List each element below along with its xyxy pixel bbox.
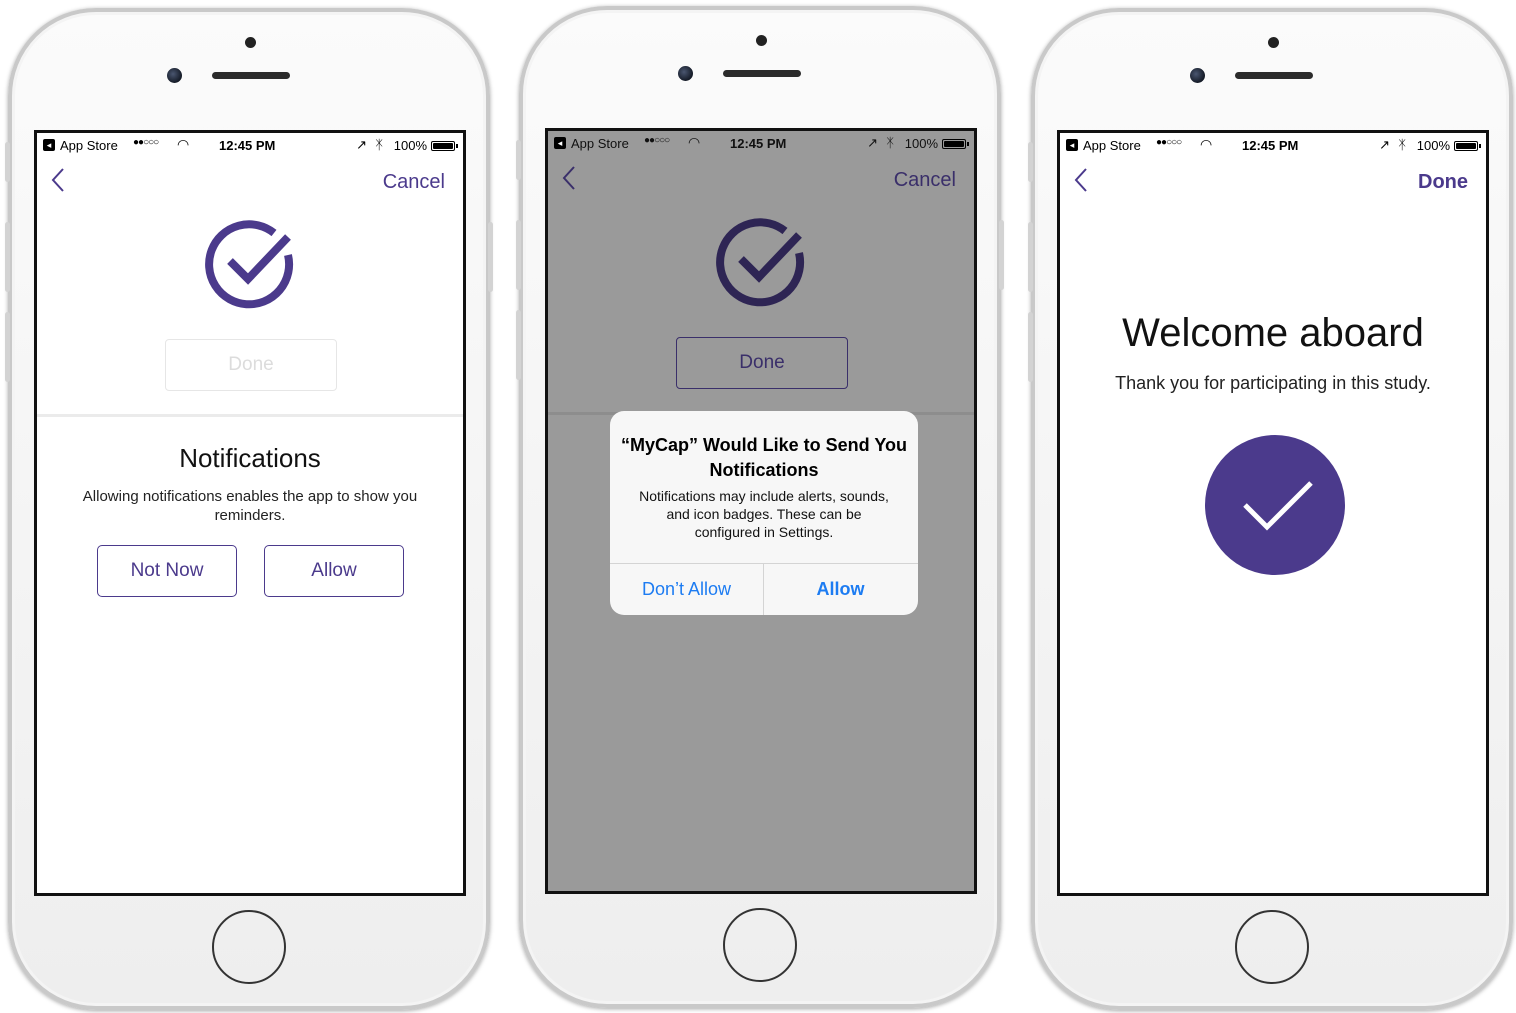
volume-up-button bbox=[1028, 222, 1033, 292]
notifications-title: Notifications bbox=[179, 443, 321, 473]
battery-percent: 100% bbox=[393, 138, 427, 153]
status-time: 12:45 PM bbox=[730, 136, 787, 151]
location-arrow-icon: ↗ bbox=[356, 137, 367, 152]
signal-strength: ●●○○○ bbox=[133, 137, 159, 148]
cancel-button[interactable]: Cancel bbox=[383, 171, 445, 194]
volume-up-button bbox=[516, 220, 521, 290]
screen-notifications: ◂ App Store ●●○○○ ◠ 12:45 PM ↗ ᛡ 100% Ca… bbox=[34, 130, 466, 896]
mute-switch bbox=[1028, 142, 1033, 182]
done-button-disabled: Done bbox=[165, 339, 337, 391]
back-chevron-icon[interactable] bbox=[51, 167, 77, 195]
battery-tip bbox=[456, 144, 458, 148]
proximity-sensor bbox=[1268, 37, 1279, 48]
status-bar: ◂ App Store ●●○○○ ◠ 12:45 PM ↗ ᛡ 100% bbox=[548, 131, 974, 155]
screen-permission-alert: ◂ App Store ●●○○○ ◠ 12:45 PM ↗ ᛡ 100% Ca… bbox=[545, 128, 977, 894]
back-to-app-icon[interactable]: ◂ bbox=[43, 139, 55, 151]
battery-percent: 100% bbox=[904, 136, 938, 151]
front-camera-icon bbox=[167, 68, 182, 83]
check-circle-icon bbox=[205, 220, 294, 309]
status-bar: ◂ App Store ●●○○○ ◠ 12:45 PM ↗ ᛡ 100% bbox=[1060, 133, 1486, 157]
signal-strength: ●●○○○ bbox=[1156, 137, 1182, 148]
status-back-app[interactable]: App Store bbox=[1083, 138, 1141, 153]
power-button bbox=[999, 220, 1004, 290]
allow-button[interactable]: Allow bbox=[264, 545, 404, 597]
cancel-button[interactable]: Cancel bbox=[894, 169, 956, 192]
status-time: 12:45 PM bbox=[1242, 138, 1299, 153]
alert-message: Notifications may include alerts, sounds… bbox=[639, 488, 889, 540]
signal-strength: ●●○○○ bbox=[644, 135, 670, 146]
done-button[interactable]: Done bbox=[1418, 171, 1468, 194]
alert-title: “MyCap” Would Like to Send You Notificat… bbox=[620, 435, 907, 480]
section-divider bbox=[37, 414, 463, 417]
front-camera-icon bbox=[1190, 68, 1205, 83]
mute-switch bbox=[5, 142, 10, 182]
front-camera-icon bbox=[678, 66, 693, 81]
status-bar: ◂ App Store ●●○○○ ◠ 12:45 PM ↗ ᛡ 100% bbox=[37, 133, 463, 157]
screen-welcome: ◂ App Store ●●○○○ ◠ 12:45 PM ↗ ᛡ 100% Do… bbox=[1057, 130, 1489, 896]
notifications-description: Allowing notifications enables the app t… bbox=[82, 488, 418, 524]
status-time: 12:45 PM bbox=[219, 138, 276, 153]
location-arrow-icon: ↗ bbox=[1379, 137, 1390, 152]
earpiece-speaker bbox=[723, 70, 801, 77]
battery-tip bbox=[967, 142, 969, 146]
back-chevron-icon[interactable] bbox=[1074, 167, 1100, 195]
done-button[interactable]: Done bbox=[676, 337, 848, 389]
wifi-icon: ◠ bbox=[177, 136, 190, 152]
check-circle-icon bbox=[716, 218, 805, 307]
battery-icon bbox=[1454, 141, 1478, 151]
battery-icon bbox=[431, 141, 455, 151]
earpiece-speaker bbox=[212, 72, 290, 79]
wifi-icon: ◠ bbox=[688, 134, 701, 150]
wifi-icon: ◠ bbox=[1200, 136, 1213, 152]
back-to-app-icon[interactable]: ◂ bbox=[554, 137, 566, 149]
bluetooth-icon: ᛡ bbox=[886, 135, 894, 150]
battery-icon bbox=[942, 139, 966, 149]
power-button bbox=[488, 222, 493, 292]
home-button[interactable] bbox=[212, 910, 286, 984]
phone-frame-3: ◂ App Store ●●○○○ ◠ 12:45 PM ↗ ᛡ 100% Do… bbox=[1028, 8, 1513, 1010]
alert-allow-button[interactable]: Allow bbox=[764, 564, 917, 615]
welcome-title: Welcome aboard bbox=[1122, 311, 1424, 355]
phone-frame-1: ◂ App Store ●●○○○ ◠ 12:45 PM ↗ ᛡ 100% Ca… bbox=[5, 8, 493, 1010]
proximity-sensor bbox=[245, 37, 256, 48]
welcome-subtitle: Thank you for participating in this stud… bbox=[1115, 373, 1431, 393]
volume-down-button bbox=[516, 310, 521, 380]
dont-allow-button[interactable]: Don’t Allow bbox=[610, 564, 763, 615]
battery-tip bbox=[1479, 144, 1481, 148]
bluetooth-icon: ᛡ bbox=[375, 137, 383, 152]
phone-frame-2: ◂ App Store ●●○○○ ◠ 12:45 PM ↗ ᛡ 100% Ca… bbox=[516, 6, 1004, 1008]
back-chevron-icon[interactable] bbox=[562, 165, 588, 193]
volume-up-button bbox=[5, 222, 10, 292]
battery-percent: 100% bbox=[1416, 138, 1450, 153]
back-to-app-icon[interactable]: ◂ bbox=[1066, 139, 1078, 151]
status-back-app[interactable]: App Store bbox=[60, 138, 118, 153]
status-back-app[interactable]: App Store bbox=[571, 136, 629, 151]
volume-down-button bbox=[5, 312, 10, 382]
notification-permission-alert: “MyCap” Would Like to Send You Notificat… bbox=[610, 411, 918, 615]
completion-checkmark-icon bbox=[1205, 435, 1345, 575]
bluetooth-icon: ᛡ bbox=[1398, 137, 1406, 152]
proximity-sensor bbox=[756, 35, 767, 46]
mute-switch bbox=[516, 140, 521, 180]
earpiece-speaker bbox=[1235, 72, 1313, 79]
location-arrow-icon: ↗ bbox=[867, 135, 878, 150]
not-now-button[interactable]: Not Now bbox=[97, 545, 237, 597]
volume-down-button bbox=[1028, 312, 1033, 382]
home-button[interactable] bbox=[723, 908, 797, 982]
home-button[interactable] bbox=[1235, 910, 1309, 984]
